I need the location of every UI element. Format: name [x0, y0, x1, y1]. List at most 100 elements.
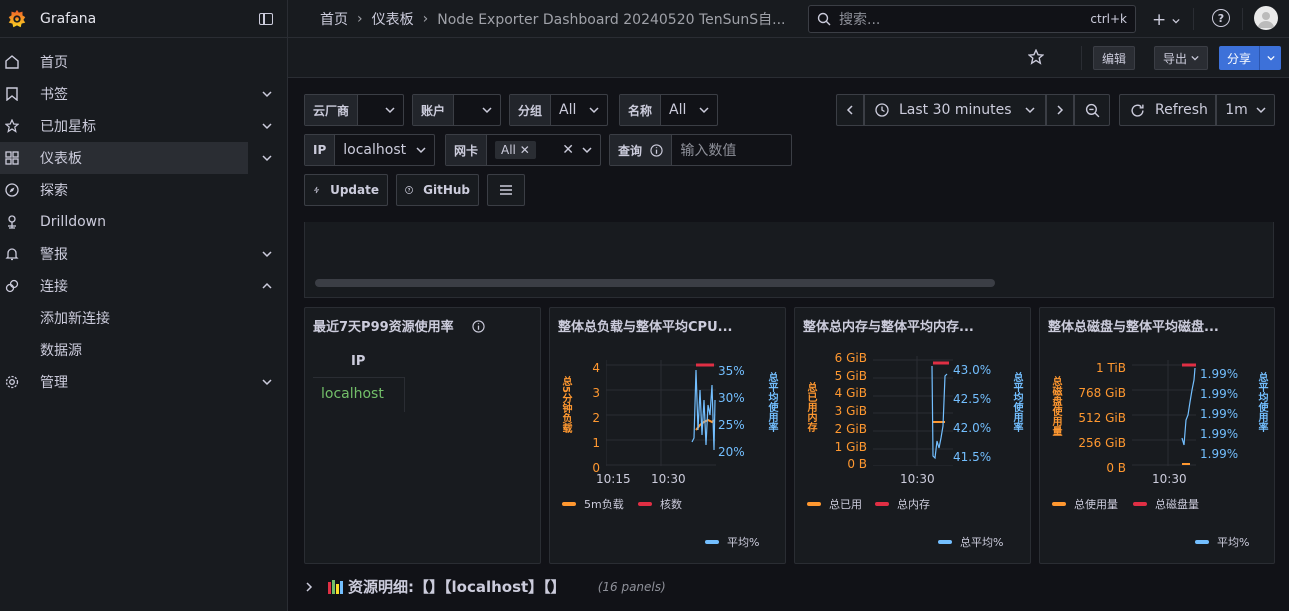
- refresh-icon: [1131, 104, 1144, 117]
- bookmark-icon: [4, 86, 20, 102]
- legend-item-avg[interactable]: 平均%: [705, 534, 759, 550]
- variable-select[interactable]: [454, 105, 500, 115]
- variable-select[interactable]: localhost: [335, 142, 434, 158]
- variable-select[interactable]: [358, 105, 403, 115]
- x-tick: 10:30: [651, 472, 686, 486]
- variable-group[interactable]: 分组 All: [509, 94, 608, 126]
- refresh-label: Refresh: [1155, 102, 1208, 118]
- y-tick: 42.0%: [953, 421, 992, 435]
- links-menu-button[interactable]: [487, 174, 525, 206]
- breadcrumb-dashboards[interactable]: 仪表板: [372, 9, 414, 29]
- chevron-down-icon: [1266, 55, 1275, 61]
- export-button[interactable]: 导出: [1154, 46, 1208, 70]
- chevron-up-icon[interactable]: [262, 281, 272, 291]
- variable-nic[interactable]: 网卡 All ✕ ✕: [445, 134, 601, 166]
- query-input[interactable]: 输入数值: [672, 140, 791, 160]
- y-axis-left-label: 总已用内存: [805, 382, 816, 432]
- sidebar-item-dashboards[interactable]: 仪表板: [0, 142, 272, 174]
- series-avg-disk-line: [1181, 367, 1196, 446]
- variable-ip[interactable]: IP localhost: [304, 134, 435, 166]
- new-menu-button[interactable]: +: [1152, 10, 1180, 30]
- variable-name[interactable]: 名称 All: [619, 94, 718, 126]
- breadcrumb-separator: ›: [422, 10, 429, 27]
- y-tick: 512 GiB: [1078, 411, 1126, 425]
- chevron-down-icon[interactable]: [262, 121, 272, 131]
- sidebar-item-label: 书签: [40, 87, 68, 103]
- sidebar: Grafana 首页 书签 已加星标 仪表板 探索 Drilldown 警报 连…: [0, 0, 288, 611]
- sidebar-item-bookmarks[interactable]: 书签: [0, 78, 287, 110]
- zoom-out-button[interactable]: [1074, 94, 1110, 126]
- legend-item-avg[interactable]: 平均%: [1195, 534, 1249, 550]
- legend-item-cores[interactable]: 核数: [638, 496, 682, 512]
- legend-item-avg[interactable]: 总平均%: [938, 534, 1003, 550]
- drilldown-icon: [4, 214, 20, 230]
- sidebar-item-drilldown[interactable]: Drilldown: [0, 206, 287, 238]
- github-link-button[interactable]: ? GitHub: [396, 174, 479, 206]
- dashboard-row-header[interactable]: 资源明细:【】【localhost】【】 (16 panels): [304, 576, 666, 597]
- sidebar-item-admin[interactable]: 管理: [0, 366, 287, 398]
- y-axis-left-ticks: 1 TiB 768 GiB 512 GiB 256 GiB 0 B: [1064, 356, 1126, 481]
- chevron-down-icon[interactable]: [262, 249, 272, 259]
- sidebar-item-starred[interactable]: 已加星标: [0, 110, 287, 142]
- share-button[interactable]: 分享: [1219, 46, 1282, 70]
- y-axis-left-label: 总磁盘使用量: [1050, 376, 1061, 436]
- table-panel-partial: [304, 222, 1274, 298]
- sidebar-item-explore[interactable]: 探索: [0, 174, 287, 206]
- variable-select[interactable]: All ✕ ✕: [487, 141, 600, 159]
- share-dropdown-button[interactable]: [1259, 46, 1281, 70]
- time-range-picker[interactable]: Last 30 minutes: [864, 94, 1046, 126]
- time-forward-button[interactable]: [1046, 94, 1074, 126]
- info-icon[interactable]: [472, 320, 485, 333]
- update-link-button[interactable]: Update: [304, 174, 388, 206]
- sidebar-item-home[interactable]: 首页: [0, 46, 287, 78]
- table-header-ip[interactable]: IP: [313, 346, 405, 378]
- sidebar-subitem-datasources[interactable]: 数据源: [0, 334, 287, 366]
- table-cell-ip[interactable]: localhost: [313, 378, 405, 412]
- x-tick: 10:30: [900, 472, 935, 486]
- y-tick: 42.5%: [953, 392, 992, 406]
- home-icon: [4, 54, 20, 70]
- star-icon[interactable]: [1028, 49, 1044, 65]
- help-icon[interactable]: ?: [1212, 9, 1230, 27]
- legend-item-used[interactable]: 总使用量: [1052, 496, 1118, 512]
- legend-item-total[interactable]: 总磁盘量: [1133, 496, 1199, 512]
- selected-tag[interactable]: All ✕: [495, 141, 536, 159]
- search-input[interactable]: 搜索... ctrl+k: [808, 5, 1136, 33]
- search-icon: [817, 12, 831, 26]
- grafana-logo-icon[interactable]: [6, 8, 28, 30]
- star-icon: [4, 118, 20, 134]
- variable-query[interactable]: 查询 输入数值: [609, 134, 792, 166]
- remove-tag-icon[interactable]: ✕: [520, 143, 530, 157]
- breadcrumb-home[interactable]: 首页: [320, 9, 348, 29]
- variable-select[interactable]: All: [551, 102, 607, 118]
- help-circle-icon: ?: [405, 186, 413, 194]
- legend-item-total[interactable]: 总内存: [875, 496, 930, 512]
- refresh-interval-picker[interactable]: 1m: [1216, 94, 1275, 126]
- refresh-button[interactable]: Refresh: [1119, 94, 1216, 126]
- edit-button[interactable]: 编辑: [1093, 46, 1136, 70]
- chevron-down-icon[interactable]: [262, 89, 272, 99]
- sidebar-item-label: 仪表板: [40, 151, 82, 167]
- variable-account[interactable]: 账户: [412, 94, 501, 126]
- clear-icon[interactable]: ✕: [562, 142, 574, 158]
- legend-item-used[interactable]: 总已用: [807, 496, 862, 512]
- y-tick: 256 GiB: [1078, 436, 1126, 450]
- refresh-interval-label: 1m: [1225, 102, 1248, 118]
- sidebar-subitem-add-connection[interactable]: 添加新连接: [0, 302, 287, 334]
- variable-cloud[interactable]: 云厂商: [304, 94, 404, 126]
- chevron-down-icon[interactable]: [262, 377, 272, 387]
- sidebar-item-connections[interactable]: 连接: [0, 270, 287, 302]
- legend-item-load[interactable]: 5m负载: [562, 496, 624, 512]
- avatar[interactable]: [1254, 6, 1278, 30]
- dashboard-body: 云厂商 账户 分组 All 名称 All Last 30 minutes Ref…: [288, 79, 1289, 611]
- dock-menu-icon[interactable]: [259, 12, 273, 25]
- variable-select[interactable]: All: [661, 102, 717, 118]
- chevron-down-icon[interactable]: [262, 153, 272, 163]
- legend-swatch: [562, 502, 576, 506]
- y-tick: 0 B: [847, 457, 867, 472]
- sidebar-item-alerting[interactable]: 警报: [0, 238, 287, 270]
- panel-p99: 最近7天P99资源使用率 IP localhost: [304, 307, 541, 564]
- legend-swatch: [875, 502, 889, 506]
- horizontal-scrollbar[interactable]: [315, 279, 995, 287]
- time-back-button[interactable]: [836, 94, 864, 126]
